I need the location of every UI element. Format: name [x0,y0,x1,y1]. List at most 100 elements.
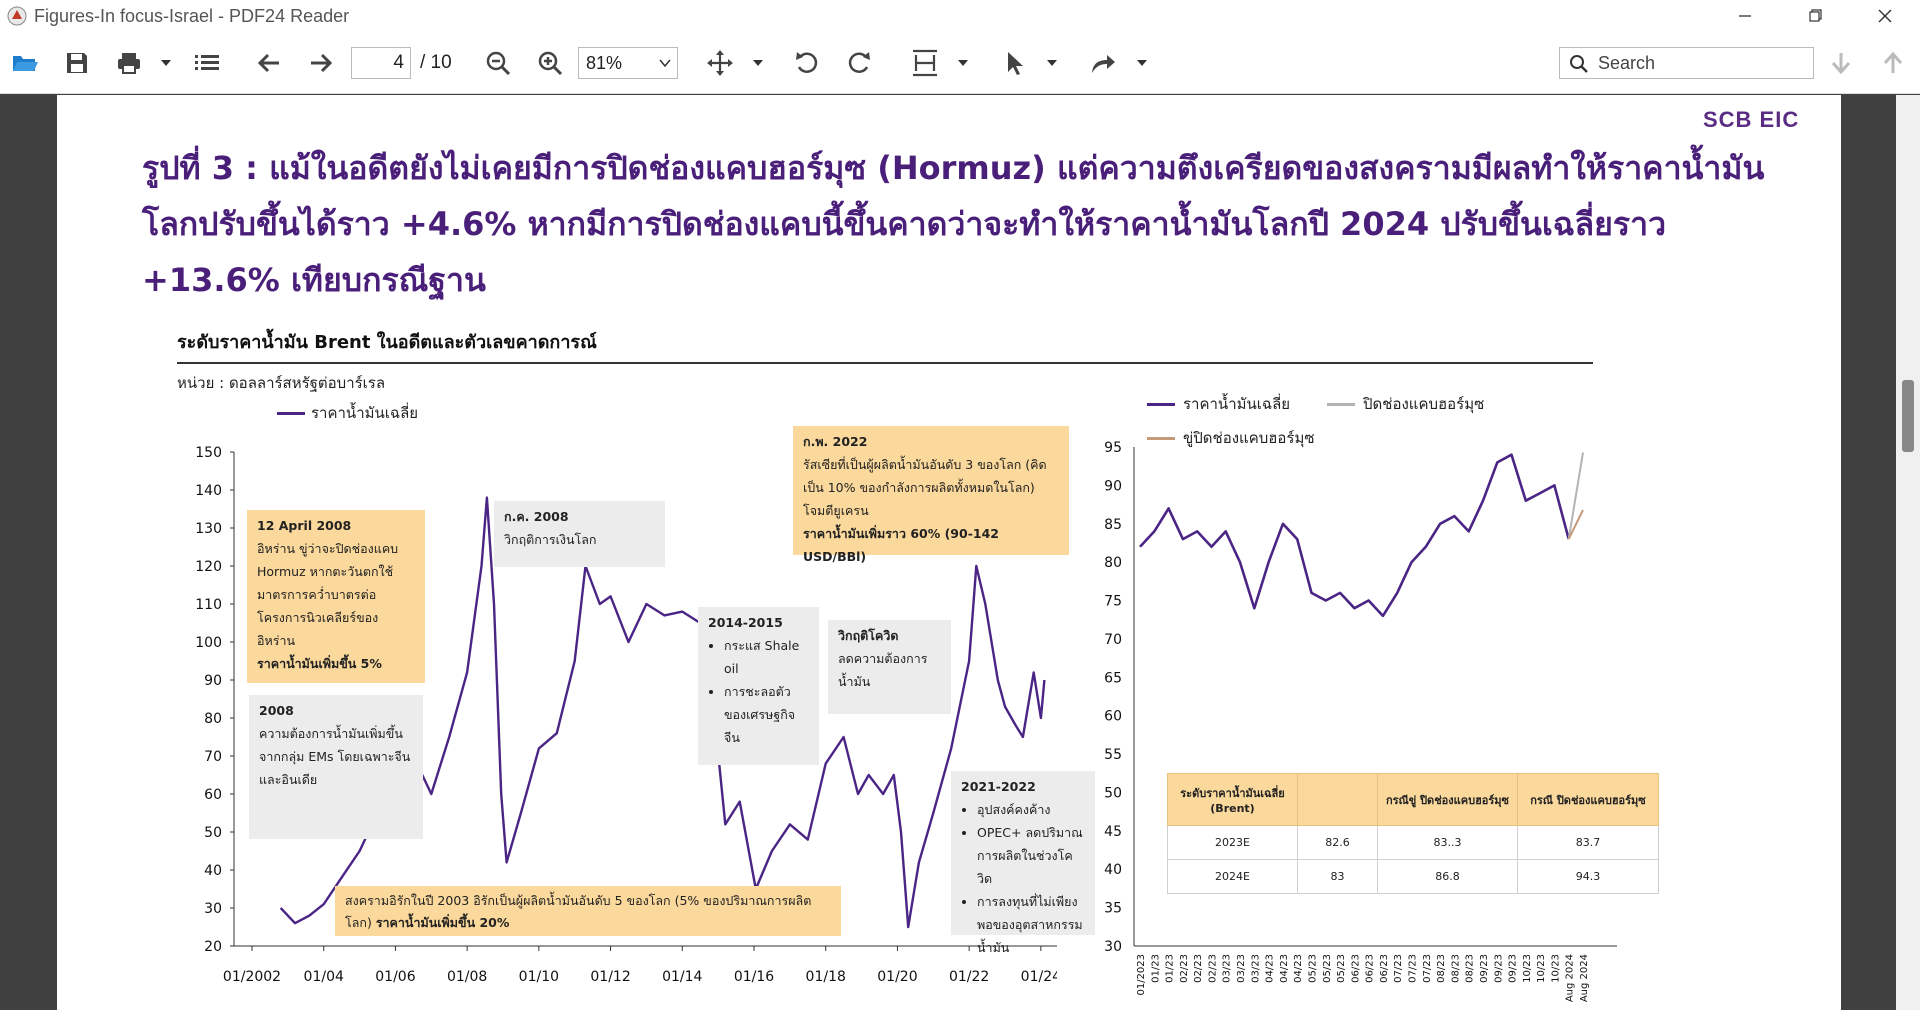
table-row: 2024E 83 86.8 94.3 [1167,859,1659,894]
table-cell: 2024E [1167,859,1298,894]
y-tick-label: 40 [1104,862,1122,878]
y-tick-label: 85 [1104,517,1122,533]
zoom-select[interactable]: 81% [578,47,678,79]
annotation-title: ก.พ. 2022 [803,434,868,449]
x-tick-label: 07/23 [1422,954,1433,983]
x-tick-label: 09/23 [1493,954,1504,983]
scrollbar-thumb[interactable] [1902,380,1914,452]
zoom-in-icon[interactable] [535,46,565,80]
x-tick-label: 02/23 [1207,954,1218,983]
forecast-table: ระดับราคาน้ำมันเฉลี่ย (Brent) กรณีขู่ ปิ… [1167,773,1659,894]
close-button[interactable] [1850,0,1920,32]
vertical-scrollbar[interactable] [1896,95,1920,1010]
window-title: Figures-In focus-Israel - PDF24 Reader [34,5,350,26]
annotation-text: ความต้องการน้ำมันเพิ่มขึ้นจากกลุ่ม EMs โ… [259,726,411,787]
annotation-bold: ราคาน้ำมันเพิ่มขึ้น 5% [257,656,382,671]
search-next-arrow-icon[interactable] [1826,46,1856,80]
x-tick-label: 01/2023 [1136,954,1147,996]
x-tick-label: 02/23 [1179,954,1190,983]
x-tick-label: 04/23 [1265,954,1276,983]
annotation-bullet: อุปสงค์คงค้าง [977,798,1085,821]
annotation-text: รัสเซียที่เป็นผู้ผลิตน้ำมันอันดับ 3 ของโ… [803,457,1047,518]
title-bar: Figures-In focus-Israel - PDF24 Reader [0,0,1920,32]
search-previous-arrow-icon[interactable] [1878,46,1908,80]
legend-swatch [1327,402,1355,406]
table-cell: 83.7 [1517,825,1659,860]
print-options-chevron-icon[interactable] [158,46,174,80]
x-tick-label: 10/23 [1522,954,1533,983]
pan-options-chevron-icon[interactable] [750,46,766,80]
table-header: กรณีขู่ ปิดช่องแคบฮอร์มุซ [1377,773,1518,826]
table-header-row: ระดับราคาน้ำมันเฉลี่ย (Brent) กรณีขู่ ปิ… [1167,773,1659,826]
y-tick-label: 35 [1104,901,1122,917]
annotation-2008-april: 12 April 2008 อิหร่าน ขู่ว่าจะปิดช่องแคบ… [247,510,425,683]
fit-options-chevron-icon[interactable] [955,46,971,80]
chart2-legend-closure: ปิดช่องแคบฮอร์มุซ [1327,392,1484,416]
previous-page-arrow-icon[interactable] [254,46,284,80]
list-view-icon[interactable] [192,46,222,80]
annotation-text: อิหร่าน ขู่ว่าจะปิดช่องแคบ Hormuz หากตะว… [257,541,399,648]
pdf-page: SCB EIC รูปที่ 3 : แม้ในอดีตยังไม่เคยมีก… [57,95,1841,1010]
pan-move-icon[interactable] [705,46,735,80]
zoom-out-icon[interactable] [483,46,513,80]
y-tick-label: 70 [1104,632,1122,648]
x-tick-label: 10/23 [1550,954,1561,983]
y-tick-label: 50 [1104,785,1122,801]
series-line-base [1139,453,1570,618]
annotation-title: 12 April 2008 [257,518,352,533]
select-cursor-icon[interactable] [1000,46,1030,80]
annotation-text: วิกฤติการเงินโลก [504,532,597,547]
rotate-right-icon[interactable] [844,46,874,80]
legend-label: ราคาน้ำมันเฉลี่ย [1183,395,1291,413]
print-icon[interactable] [114,46,144,80]
y-tick-label: 45 [1104,824,1122,840]
rotate-left-icon[interactable] [792,46,822,80]
x-tick-label: 05/23 [1336,954,1347,983]
next-page-arrow-icon[interactable] [306,46,336,80]
annotation-covid: วิกฤติโควิด ลดความต้องการน้ำมัน [828,620,951,714]
save-icon[interactable] [62,46,92,80]
table-cell: 94.3 [1517,859,1659,894]
legend-swatch [1147,436,1175,440]
fit-page-icon[interactable] [910,46,940,80]
annotation-2008: 2008 ความต้องการน้ำมันเพิ่มขึ้นจากกลุ่ม … [249,695,423,839]
table-cell: 83 [1297,859,1378,894]
x-tick-label: 06/23 [1379,954,1390,983]
y-tick-label: 60 [1104,709,1122,725]
annotation-title: วิกฤติโควิด [838,628,899,643]
annotation-bold: ราคาน้ำมันเพิ่มขึ้น 20% [375,915,510,930]
maximize-button[interactable] [1780,0,1850,32]
x-tick-label: 10/23 [1536,954,1547,983]
y-tick-label: 80 [1104,555,1122,571]
table-row: 2023E 82.6 83..3 83.7 [1167,825,1659,860]
x-tick-label: 04/23 [1293,954,1304,983]
annotation-title: 2014-2015 [708,615,783,630]
x-tick-label: 07/23 [1408,954,1419,983]
page-number-input[interactable]: 4 [351,47,411,79]
y-tick-label: 55 [1104,747,1122,763]
annotation-title: 2008 [259,703,294,718]
x-tick-label: 06/23 [1350,954,1361,983]
x-tick-label: 09/23 [1479,954,1490,983]
minimize-button[interactable] [1710,0,1780,32]
share-options-chevron-icon[interactable] [1134,46,1150,80]
cursor-options-chevron-icon[interactable] [1044,46,1060,80]
x-tick-label: Aug 2024 [1579,954,1590,1002]
x-tick-label: 04/23 [1279,954,1290,983]
y-tick-label: 90 [1104,478,1122,494]
x-tick-label: 08/23 [1465,954,1476,983]
search-input[interactable]: Search [1559,47,1814,79]
y-tick-label: 95 [1104,440,1122,456]
annotation-bullet: OPEC+ ลดปริมาณการผลิตในช่วงโควิด [977,821,1085,890]
x-tick-label: 06/23 [1365,954,1376,983]
open-folder-icon[interactable] [10,46,40,80]
annotation-title: ก.ค. 2008 [504,509,569,524]
x-tick-label: 05/23 [1307,954,1318,983]
table-cell: 86.8 [1377,859,1518,894]
annotation-2021-2022: 2021-2022 อุปสงค์คงค้าง OPEC+ ลดปริมาณกา… [951,771,1095,955]
share-arrow-icon[interactable] [1088,46,1118,80]
x-tick-label: 03/23 [1250,954,1261,983]
x-tick-label: 03/23 [1236,954,1247,983]
table-header: ระดับราคาน้ำมันเฉลี่ย (Brent) [1167,773,1298,826]
chart2-legend-base: ราคาน้ำมันเฉลี่ย [1147,392,1290,416]
